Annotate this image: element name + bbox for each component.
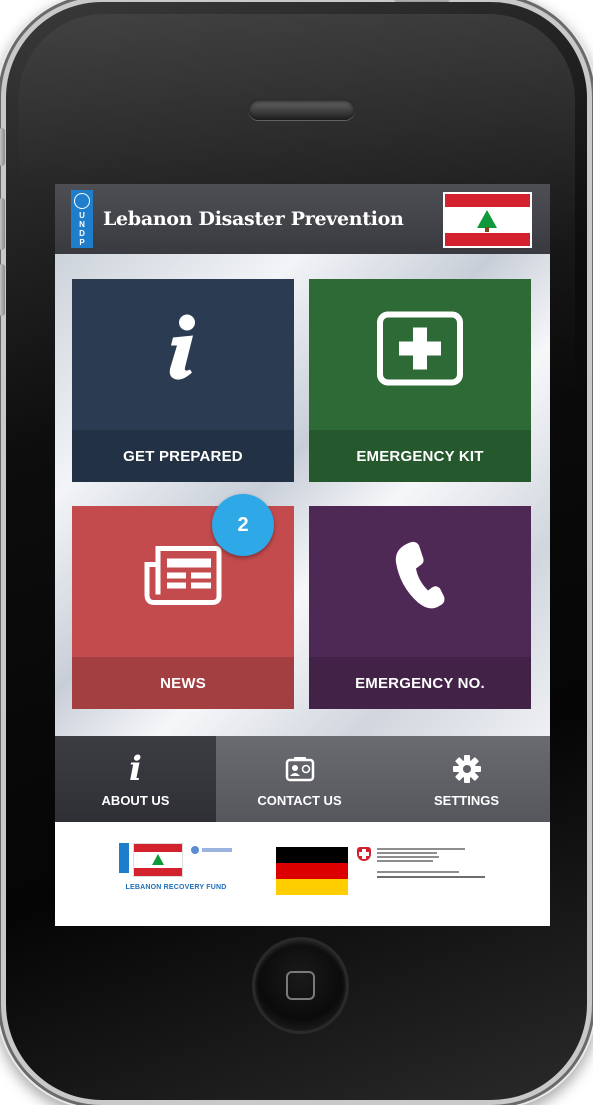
app-title: Lebanon Disaster Prevention [103, 208, 404, 230]
nav-about-us[interactable]: i ABOUT US [55, 736, 216, 822]
tile-emergency-kit[interactable]: EMERGENCY KIT [309, 279, 531, 482]
tile-label: EMERGENCY NO. [309, 657, 531, 709]
bottom-nav: i ABOUT US CONTACT US SETTINGS [55, 736, 550, 822]
tile-label: NEWS [72, 657, 294, 709]
app-screen: UNDP Lebanon Disaster Prevention GET PRE… [55, 184, 550, 926]
lrf-label: LEBANON RECOVERY FUND [125, 884, 227, 891]
tile-emergency-numbers[interactable]: EMERGENCY NO. [309, 506, 531, 709]
volume-up-button [0, 198, 5, 250]
app-header: UNDP Lebanon Disaster Prevention [55, 184, 550, 254]
tile-label: EMERGENCY KIT [309, 430, 531, 482]
home-square-icon [286, 971, 315, 1000]
phone-icon [394, 541, 446, 616]
nav-label: SETTINGS [433, 792, 499, 808]
first-aid-kit-icon [377, 311, 463, 391]
earpiece-speaker [248, 99, 355, 120]
nav-contact-us[interactable]: CONTACT US [216, 736, 383, 822]
tiles-grid: GET PREPARED EMERGENCY KIT NEWS 2 EMERGE… [55, 254, 550, 736]
power-button [394, 0, 450, 2]
nav-settings[interactable]: SETTINGS [383, 736, 550, 822]
contact-card-icon [285, 751, 315, 787]
mute-switch [0, 128, 5, 166]
un-globe-icon [74, 193, 90, 209]
gear-icon [452, 751, 482, 787]
swiss-confederation-logo [357, 847, 507, 907]
germany-flag-icon [276, 847, 348, 895]
sponsors-footer: LEBANON RECOVERY FUND [55, 822, 550, 926]
notification-badge: 2 [212, 494, 274, 556]
home-button[interactable] [255, 940, 346, 1031]
tile-label: GET PREPARED [72, 430, 294, 482]
nav-label: ABOUT US [101, 792, 170, 808]
info-icon [163, 314, 203, 389]
tile-get-prepared[interactable]: GET PREPARED [72, 279, 294, 482]
newspaper-icon [144, 545, 222, 612]
nav-label: CONTACT US [257, 792, 342, 808]
lebanon-recovery-fund-logo: LEBANON RECOVERY FUND [111, 840, 241, 900]
info-icon: i [129, 748, 142, 789]
volume-down-button [0, 264, 5, 316]
undp-logo: UNDP [71, 190, 93, 248]
tile-news[interactable]: NEWS 2 [72, 494, 294, 709]
lebanon-flag-icon [445, 194, 530, 246]
